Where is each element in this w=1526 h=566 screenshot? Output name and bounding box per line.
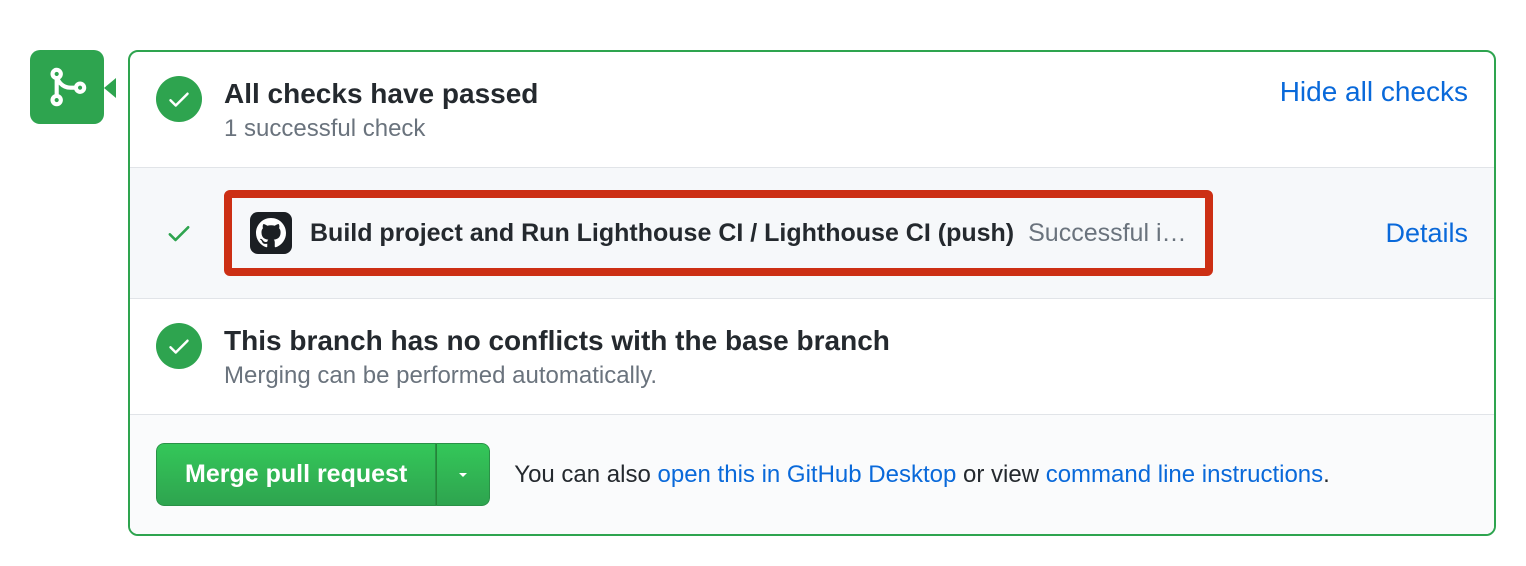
checks-title: All checks have passed <box>224 76 1264 111</box>
git-merge-icon <box>45 65 89 109</box>
checks-summary-section: All checks have passed 1 successful chec… <box>130 52 1494 168</box>
merge-hint-mid: or view <box>956 461 1045 488</box>
open-github-desktop-link[interactable]: open this in GitHub Desktop <box>658 461 957 488</box>
checks-subtitle: 1 successful check <box>224 115 1264 143</box>
check-name[interactable]: Build project and Run Lighthouse CI / Li… <box>310 219 1014 248</box>
merge-hint-suffix: . <box>1323 461 1330 488</box>
command-line-instructions-link[interactable]: command line instructions <box>1046 461 1323 488</box>
merge-pull-request-button[interactable]: Merge pull request <box>156 443 436 506</box>
check-details-link[interactable]: Details <box>1365 218 1468 249</box>
hide-checks-link[interactable]: Hide all checks <box>1280 76 1468 108</box>
merge-status-box: All checks have passed 1 successful chec… <box>128 50 1496 536</box>
caret-down-icon <box>455 467 471 483</box>
github-icon <box>256 218 286 248</box>
conflicts-title: This branch has no conflicts with the ba… <box>224 323 1468 358</box>
merge-timeline-badge <box>30 50 104 124</box>
check-icon <box>165 219 193 247</box>
check-icon <box>166 86 192 112</box>
merge-footer: Merge pull request You can also open thi… <box>130 415 1494 534</box>
merge-button-group: Merge pull request <box>156 443 490 506</box>
conflicts-section: This branch has no conflicts with the ba… <box>130 299 1494 415</box>
conflicts-subtitle: Merging can be performed automatically. <box>224 362 1468 390</box>
success-status-circle <box>156 323 202 369</box>
github-actions-avatar <box>250 212 292 254</box>
check-row-status <box>156 219 202 247</box>
merge-hint-text: You can also open this in GitHub Desktop… <box>514 461 1330 489</box>
success-status-circle <box>156 76 202 122</box>
check-row: Build project and Run Lighthouse CI / Li… <box>130 168 1494 299</box>
check-icon <box>166 333 192 359</box>
check-highlight-box: Build project and Run Lighthouse CI / Li… <box>224 190 1213 276</box>
check-status-text: Successful i… <box>1028 219 1186 248</box>
merge-hint-prefix: You can also <box>514 461 657 488</box>
merge-options-dropdown-button[interactable] <box>436 443 490 506</box>
